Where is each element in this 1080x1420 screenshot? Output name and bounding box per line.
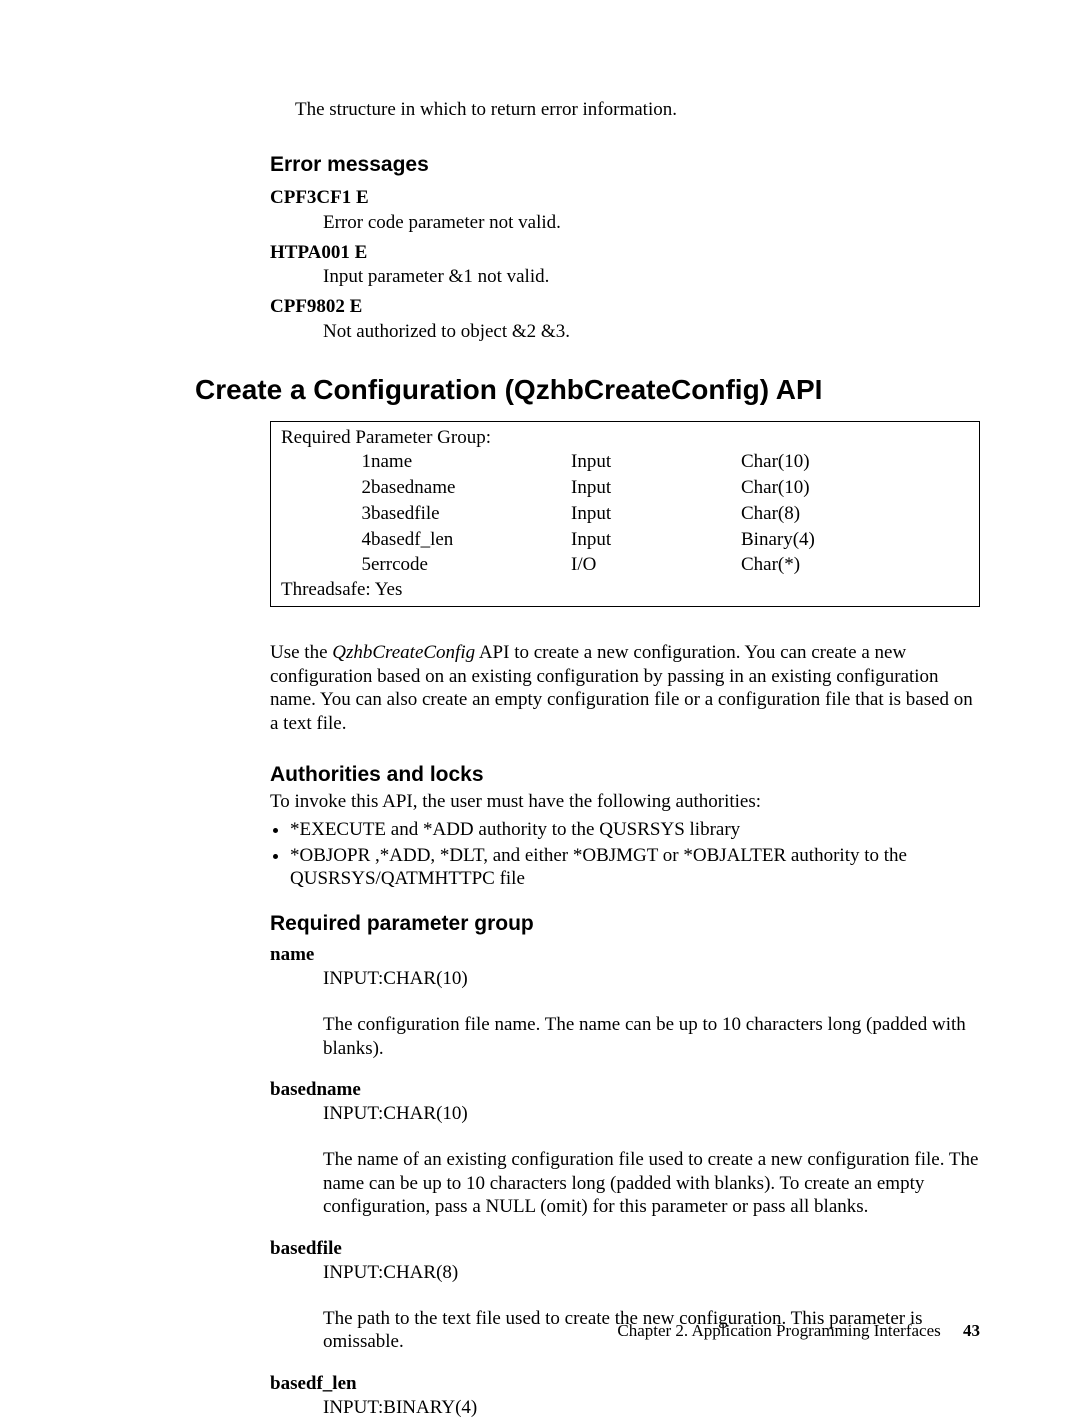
param-io: Input — [571, 527, 741, 553]
param-number: 5 — [281, 552, 371, 578]
param-name: basedname — [371, 475, 571, 501]
param-number: 3 — [281, 501, 371, 527]
param-definition: name INPUT:CHAR(10) The configuration fi… — [195, 943, 980, 1060]
table-row: 1 name Input Char(10) — [281, 449, 969, 475]
param-signature: INPUT:CHAR(10) — [323, 1102, 980, 1126]
error-description: Input parameter &1 not valid. — [323, 265, 980, 289]
error-description: Error code parameter not valid. — [323, 211, 980, 235]
list-item: *EXECUTE and *ADD authority to the QUSRS… — [290, 818, 980, 842]
authorities-list: *EXECUTE and *ADD authority to the QUSRS… — [270, 818, 980, 891]
param-number: 1 — [281, 449, 371, 475]
param-term: basedf_len — [270, 1372, 980, 1396]
param-io: Input — [571, 449, 741, 475]
param-io: Input — [571, 475, 741, 501]
api-title: Create a Configuration (QzhbCreateConfig… — [195, 372, 980, 407]
error-code: HTPA001 E — [270, 241, 980, 265]
param-number: 4 — [281, 527, 371, 553]
param-description: The name of an existing configuration fi… — [323, 1148, 980, 1219]
param-type: Char(*) — [741, 552, 969, 578]
authorities-intro: To invoke this API, the user must have t… — [270, 790, 980, 814]
param-term: basedfile — [270, 1237, 980, 1261]
param-signature: INPUT:CHAR(8) — [323, 1261, 980, 1285]
param-signature: INPUT:CHAR(10) — [323, 967, 980, 991]
param-type: Char(10) — [741, 475, 969, 501]
param-type: Char(8) — [741, 501, 969, 527]
param-definition: basedname INPUT:CHAR(10) The name of an … — [195, 1078, 980, 1219]
list-item: *OBJOPR ,*ADD, *DLT, and either *OBJMGT … — [290, 844, 980, 892]
param-type: Char(10) — [741, 449, 969, 475]
param-description: The configuration file name. The name ca… — [323, 1013, 980, 1061]
param-name: basedfile — [371, 501, 571, 527]
error-message-item: HTPA001 E Input parameter &1 not valid. — [195, 241, 980, 290]
param-signature: INPUT:BINARY(4) — [323, 1396, 980, 1420]
param-type: Binary(4) — [741, 527, 969, 553]
table-row: 5 errcode I/O Char(*) — [281, 552, 969, 578]
table-row: 3 basedfile Input Char(8) — [281, 501, 969, 527]
param-io: I/O — [571, 552, 741, 578]
threadsafe-line: Threadsafe: Yes — [281, 578, 969, 602]
param-name: name — [371, 449, 571, 475]
page-footer: Chapter 2. Application Programming Inter… — [617, 1320, 980, 1341]
param-term: basedname — [270, 1078, 980, 1102]
desc-api-name: QzhbCreateConfig — [332, 642, 475, 663]
param-definition: basedf_len INPUT:BINARY(4) — [195, 1372, 980, 1420]
table-row: 4 basedf_len Input Binary(4) — [281, 527, 969, 553]
param-term: name — [270, 943, 980, 967]
param-io: Input — [571, 501, 741, 527]
table-row: 2 basedname Input Char(10) — [281, 475, 969, 501]
footer-chapter: Chapter 2. Application Programming Inter… — [617, 1321, 940, 1340]
desc-prefix: Use the — [270, 642, 332, 663]
parameter-table: 1 name Input Char(10) 2 basedname Input … — [281, 449, 969, 578]
error-messages-heading: Error messages — [270, 152, 980, 178]
parameter-group-header: Required Parameter Group: — [281, 426, 969, 450]
document-page: The structure in which to return error i… — [0, 0, 1080, 1397]
authorities-heading: Authorities and locks — [270, 762, 980, 788]
api-description: Use the QzhbCreateConfig API to create a… — [270, 641, 980, 736]
error-message-item: CPF9802 E Not authorized to object &2 &3… — [195, 295, 980, 344]
required-params-heading: Required parameter group — [270, 911, 980, 937]
error-code: CPF3CF1 E — [270, 186, 980, 210]
error-description: Not authorized to object &2 &3. — [323, 320, 980, 344]
parameter-group-box: Required Parameter Group: 1 name Input C… — [270, 421, 980, 607]
footer-page-number: 43 — [963, 1321, 980, 1340]
param-number: 2 — [281, 475, 371, 501]
error-code: CPF9802 E — [270, 295, 980, 319]
param-name: errcode — [371, 552, 571, 578]
intro-text: The structure in which to return error i… — [295, 98, 980, 122]
error-message-item: CPF3CF1 E Error code parameter not valid… — [195, 186, 980, 235]
param-name: basedf_len — [371, 527, 571, 553]
